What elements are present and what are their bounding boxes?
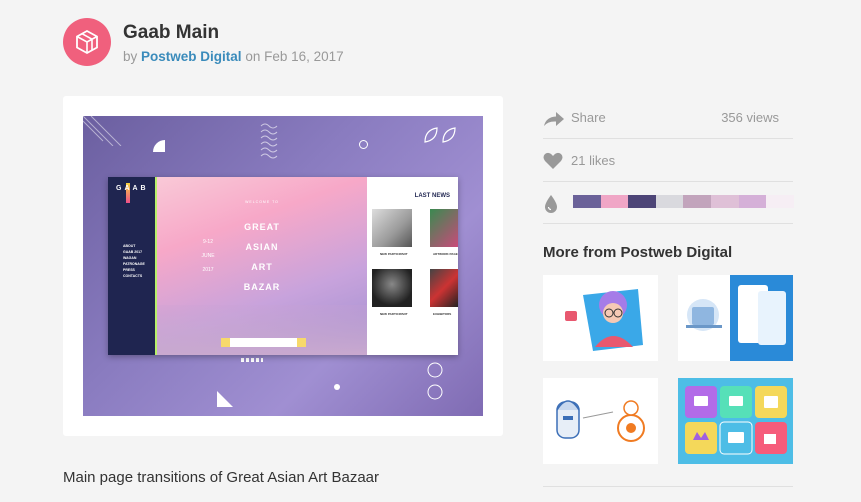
color-swatch[interactable] <box>655 195 684 208</box>
robots-illustration <box>556 400 645 442</box>
news-thumb <box>430 269 458 307</box>
byline: by Postweb Digital on Feb 16, 2017 <box>123 49 344 64</box>
mockup-hero: WELCOME TO 9-12 JUNE 2017 GREAT ASIAN AR… <box>155 177 367 355</box>
share-button[interactable]: Share <box>571 110 606 125</box>
news-thumb <box>372 269 412 307</box>
news-caption: NEW PARTICIPANT <box>380 252 408 256</box>
news-caption: NEW PARTICIPANT <box>380 312 408 316</box>
news-caption: EXHIBITORS <box>433 312 452 316</box>
shot-card: GAAB ABOUT GAAB 2017 WAGAN PATRONAGE PRE… <box>63 96 503 436</box>
shot-description: Main page transitions of Great Asian Art… <box>63 469 380 486</box>
by-label: by <box>123 49 138 64</box>
more-thumb-woman[interactable] <box>543 275 658 361</box>
color-swatch[interactable] <box>600 195 629 208</box>
mockup-welcome: WELCOME TO <box>245 200 279 204</box>
mockup-nav-item: CONTACTS <box>123 274 143 278</box>
mockup-hero-title: GREAT ASIAN ART BAZAR <box>157 217 367 297</box>
mockup-hero-line: ASIAN <box>245 242 279 252</box>
mockup-news-title: LAST NEWS <box>414 193 450 199</box>
wave-bar-decoration <box>241 358 263 362</box>
on-label: on <box>245 49 261 64</box>
color-swatch[interactable] <box>738 195 767 208</box>
mockup-nav: ABOUT GAAB 2017 WAGAN PATRONAGE PRESS CO… <box>123 243 145 279</box>
woman-illustration <box>565 289 643 351</box>
share-arrow-icon[interactable] <box>543 111 565 127</box>
likes-count[interactable]: 21 likes <box>571 153 615 168</box>
ring-decoration <box>359 140 368 149</box>
quarter-circle-decoration <box>153 140 165 152</box>
shot-image[interactable]: GAAB ABOUT GAAB 2017 WAGAN PATRONAGE PRE… <box>83 116 483 416</box>
more-thumb-devices[interactable] <box>678 275 793 361</box>
author-link[interactable]: Postweb Digital <box>141 49 242 64</box>
more-thumb-robots[interactable] <box>543 378 658 464</box>
mockup-cityscape <box>157 305 367 355</box>
diagonal-lines-decoration <box>83 116 122 146</box>
news-thumb <box>372 209 412 247</box>
share-row: Share 356 views <box>543 110 793 139</box>
shot-title: Gaab Main <box>123 22 220 43</box>
color-swatch[interactable] <box>710 195 739 208</box>
mockup-hero-line: ART <box>251 262 273 272</box>
likes-row: 21 likes <box>543 152 793 182</box>
triangle-decoration <box>217 391 233 407</box>
mockup-news: LAST NEWS NEW PARTICIPANT ARTWORK PAGE N… <box>367 177 458 355</box>
more-thumb-app-icons[interactable] <box>678 378 793 464</box>
mockup-slider-bar <box>221 338 306 347</box>
color-palette <box>573 195 794 208</box>
shot-date: Feb 16, 2017 <box>264 49 344 64</box>
mockup-hero-line: GREAT <box>244 222 280 232</box>
news-thumb <box>430 209 458 247</box>
color-swatch[interactable] <box>628 195 656 208</box>
color-swatch[interactable] <box>683 195 711 208</box>
avatar[interactable] <box>63 18 111 66</box>
dot-decoration <box>334 384 340 390</box>
mockup-hero-line: BAZAR <box>243 282 281 292</box>
app-icons-grid <box>685 386 787 455</box>
more-from-title: More from Postweb Digital <box>543 244 733 261</box>
color-swatch[interactable] <box>766 195 794 208</box>
divider <box>543 486 793 487</box>
heart-icon[interactable] <box>543 152 563 170</box>
devices-illustration <box>686 275 793 361</box>
cube-logo-icon <box>76 29 98 55</box>
website-mockup: GAAB ABOUT GAAB 2017 WAGAN PATRONAGE PRE… <box>108 177 458 355</box>
waves-decoration <box>260 123 278 159</box>
mockup-sidebar: GAAB ABOUT GAAB 2017 WAGAN PATRONAGE PRE… <box>108 177 155 355</box>
circles-decoration <box>427 362 443 400</box>
drop-icon <box>545 195 557 213</box>
views-count: 356 views <box>721 110 779 125</box>
color-swatch[interactable] <box>573 195 601 208</box>
leaf-decoration <box>424 127 456 143</box>
news-caption: ARTWORK PAGE <box>433 252 458 256</box>
colors-row <box>543 195 794 224</box>
mockup-logo: GAAB <box>116 185 149 192</box>
